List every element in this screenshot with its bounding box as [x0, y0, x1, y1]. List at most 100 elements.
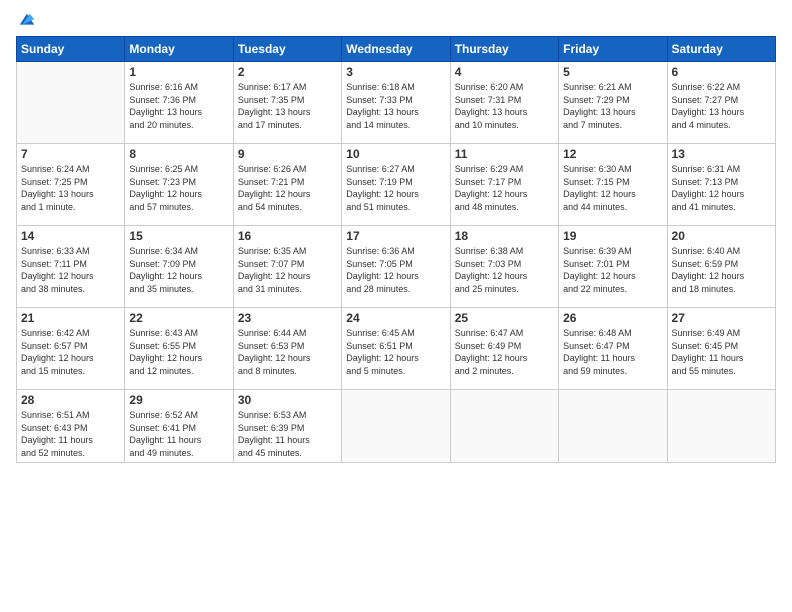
logo-icon: [18, 12, 36, 30]
table-cell: 9 Sunrise: 6:26 AM Sunset: 7:21 PM Daylig…: [233, 144, 341, 226]
day-number: 4: [455, 65, 554, 79]
day-number: 21: [21, 311, 120, 325]
col-thursday: Thursday: [450, 37, 558, 62]
table-cell: 1Sunrise: 6:16 AM Sunset: 7:36 PM Daylig…: [125, 62, 233, 144]
day-number: 24: [346, 311, 445, 325]
table-cell: [17, 62, 125, 144]
day-info: Sunrise: 6:44 AM Sunset: 6:53 PM Dayligh…: [238, 327, 337, 377]
col-monday: Monday: [125, 37, 233, 62]
day-info: Sunrise: 6:34 AM Sunset: 7:09 PM Dayligh…: [129, 245, 228, 295]
day-info: Sunrise: 6:29 AM Sunset: 7:17 PM Dayligh…: [455, 163, 554, 213]
page: Sunday Monday Tuesday Wednesday Thursday…: [0, 0, 792, 612]
table-cell: 4 Sunrise: 6:20 AM Sunset: 7:31 PM Daylig…: [450, 62, 558, 144]
col-wednesday: Wednesday: [342, 37, 450, 62]
day-number: 15: [129, 229, 228, 243]
header: [16, 12, 776, 28]
table-cell: 27 Sunrise: 6:49 AM Sunset: 6:45 PM Dayli…: [667, 308, 775, 390]
day-number: 30: [238, 393, 337, 407]
calendar-table: Sunday Monday Tuesday Wednesday Thursday…: [16, 36, 776, 463]
day-number: 27: [672, 311, 771, 325]
table-cell: [667, 390, 775, 463]
day-info: Sunrise: 6:20 AM Sunset: 7:31 PM Dayligh…: [455, 81, 554, 131]
day-number: 22: [129, 311, 228, 325]
table-cell: 15 Sunrise: 6:34 AM Sunset: 7:09 PM Dayli…: [125, 226, 233, 308]
logo: [16, 12, 36, 28]
col-sunday: Sunday: [17, 37, 125, 62]
table-cell: 7 Sunrise: 6:24 AM Sunset: 7:25 PM Daylig…: [17, 144, 125, 226]
table-cell: 6 Sunrise: 6:22 AM Sunset: 7:27 PM Daylig…: [667, 62, 775, 144]
table-cell: 5 Sunrise: 6:21 AM Sunset: 7:29 PM Daylig…: [559, 62, 667, 144]
table-cell: 13Sunrise: 6:31 AM Sunset: 7:13 PM Dayli…: [667, 144, 775, 226]
day-number: 19: [563, 229, 662, 243]
table-cell: 29Sunrise: 6:52 AM Sunset: 6:41 PM Dayli…: [125, 390, 233, 463]
day-number: 29: [129, 393, 228, 407]
day-number: 18: [455, 229, 554, 243]
day-info: Sunrise: 6:35 AM Sunset: 7:07 PM Dayligh…: [238, 245, 337, 295]
day-number: 5: [563, 65, 662, 79]
day-info: Sunrise: 6:53 AM Sunset: 6:39 PM Dayligh…: [238, 409, 337, 459]
day-info: Sunrise: 6:48 AM Sunset: 6:47 PM Dayligh…: [563, 327, 662, 377]
table-cell: 16Sunrise: 6:35 AM Sunset: 7:07 PM Dayli…: [233, 226, 341, 308]
day-info: Sunrise: 6:38 AM Sunset: 7:03 PM Dayligh…: [455, 245, 554, 295]
table-cell: 25 Sunrise: 6:47 AM Sunset: 6:49 PM Dayli…: [450, 308, 558, 390]
day-number: 14: [21, 229, 120, 243]
table-cell: 8 Sunrise: 6:25 AM Sunset: 7:23 PM Daylig…: [125, 144, 233, 226]
day-number: 9: [238, 147, 337, 161]
day-info: Sunrise: 6:18 AM Sunset: 7:33 PM Dayligh…: [346, 81, 445, 131]
day-info: Sunrise: 6:26 AM Sunset: 7:21 PM Dayligh…: [238, 163, 337, 213]
day-info: Sunrise: 6:17 AM Sunset: 7:35 PM Dayligh…: [238, 81, 337, 131]
day-info: Sunrise: 6:42 AM Sunset: 6:57 PM Dayligh…: [21, 327, 120, 377]
day-number: 7: [21, 147, 120, 161]
day-number: 25: [455, 311, 554, 325]
day-info: Sunrise: 6:40 AM Sunset: 6:59 PM Dayligh…: [672, 245, 771, 295]
table-cell: [559, 390, 667, 463]
table-cell: 30 Sunrise: 6:53 AM Sunset: 6:39 PM Dayli…: [233, 390, 341, 463]
day-info: Sunrise: 6:51 AM Sunset: 6:43 PM Dayligh…: [21, 409, 120, 459]
table-cell: 24 Sunrise: 6:45 AM Sunset: 6:51 PM Dayli…: [342, 308, 450, 390]
table-cell: 26 Sunrise: 6:48 AM Sunset: 6:47 PM Dayli…: [559, 308, 667, 390]
table-cell: 18 Sunrise: 6:38 AM Sunset: 7:03 PM Dayli…: [450, 226, 558, 308]
table-cell: 20 Sunrise: 6:40 AM Sunset: 6:59 PM Dayli…: [667, 226, 775, 308]
calendar-header-row: Sunday Monday Tuesday Wednesday Thursday…: [17, 37, 776, 62]
table-cell: [342, 390, 450, 463]
day-number: 10: [346, 147, 445, 161]
day-number: 2: [238, 65, 337, 79]
table-cell: 12 Sunrise: 6:30 AM Sunset: 7:15 PM Dayli…: [559, 144, 667, 226]
day-number: 1: [129, 65, 228, 79]
day-number: 26: [563, 311, 662, 325]
day-number: 6: [672, 65, 771, 79]
day-info: Sunrise: 6:36 AM Sunset: 7:05 PM Dayligh…: [346, 245, 445, 295]
day-number: 3: [346, 65, 445, 79]
day-info: Sunrise: 6:30 AM Sunset: 7:15 PM Dayligh…: [563, 163, 662, 213]
table-cell: 14 Sunrise: 6:33 AM Sunset: 7:11 PM Dayli…: [17, 226, 125, 308]
day-number: 23: [238, 311, 337, 325]
table-cell: 23 Sunrise: 6:44 AM Sunset: 6:53 PM Dayli…: [233, 308, 341, 390]
day-number: 8: [129, 147, 228, 161]
table-cell: 3 Sunrise: 6:18 AM Sunset: 7:33 PM Daylig…: [342, 62, 450, 144]
day-info: Sunrise: 6:47 AM Sunset: 6:49 PM Dayligh…: [455, 327, 554, 377]
table-cell: 17 Sunrise: 6:36 AM Sunset: 7:05 PM Dayli…: [342, 226, 450, 308]
day-info: Sunrise: 6:49 AM Sunset: 6:45 PM Dayligh…: [672, 327, 771, 377]
day-info: Sunrise: 6:31 AM Sunset: 7:13 PM Dayligh…: [672, 163, 771, 213]
day-number: 20: [672, 229, 771, 243]
day-info: Sunrise: 6:22 AM Sunset: 7:27 PM Dayligh…: [672, 81, 771, 131]
day-info: Sunrise: 6:24 AM Sunset: 7:25 PM Dayligh…: [21, 163, 120, 213]
day-number: 11: [455, 147, 554, 161]
table-cell: 10 Sunrise: 6:27 AM Sunset: 7:19 PM Dayli…: [342, 144, 450, 226]
day-info: Sunrise: 6:27 AM Sunset: 7:19 PM Dayligh…: [346, 163, 445, 213]
day-info: Sunrise: 6:33 AM Sunset: 7:11 PM Dayligh…: [21, 245, 120, 295]
day-info: Sunrise: 6:21 AM Sunset: 7:29 PM Dayligh…: [563, 81, 662, 131]
day-info: Sunrise: 6:39 AM Sunset: 7:01 PM Dayligh…: [563, 245, 662, 295]
day-number: 12: [563, 147, 662, 161]
table-cell: 2 Sunrise: 6:17 AM Sunset: 7:35 PM Daylig…: [233, 62, 341, 144]
day-info: Sunrise: 6:25 AM Sunset: 7:23 PM Dayligh…: [129, 163, 228, 213]
table-cell: [450, 390, 558, 463]
table-cell: 28 Sunrise: 6:51 AM Sunset: 6:43 PM Dayli…: [17, 390, 125, 463]
day-info: Sunrise: 6:45 AM Sunset: 6:51 PM Dayligh…: [346, 327, 445, 377]
table-cell: 22 Sunrise: 6:43 AM Sunset: 6:55 PM Dayli…: [125, 308, 233, 390]
col-friday: Friday: [559, 37, 667, 62]
day-number: 17: [346, 229, 445, 243]
day-info: Sunrise: 6:43 AM Sunset: 6:55 PM Dayligh…: [129, 327, 228, 377]
day-number: 28: [21, 393, 120, 407]
table-cell: 19 Sunrise: 6:39 AM Sunset: 7:01 PM Dayli…: [559, 226, 667, 308]
